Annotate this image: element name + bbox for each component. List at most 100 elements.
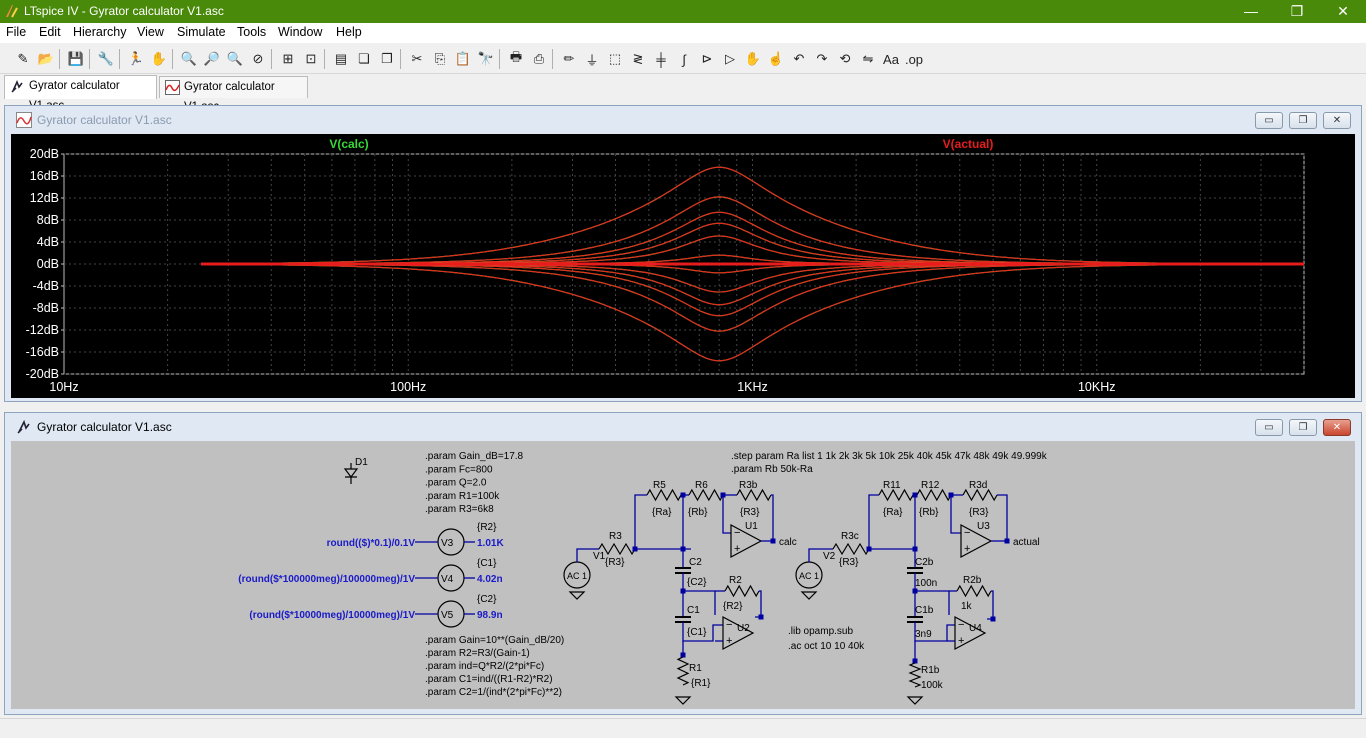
label-r3: R3 [609,531,622,542]
resistor-symbol[interactable] [832,542,870,556]
param-directive[interactable]: .param R1=100k [425,491,500,502]
control-panel-icon[interactable]: 🔧 [95,48,117,70]
schematic-close-button[interactable]: ✕ [1323,419,1351,436]
trace-actual-7[interactable] [201,263,1304,293]
legend-vactual[interactable]: V(actual) [943,137,994,151]
open-icon[interactable]: 📂 [35,48,57,70]
inductor-icon[interactable]: ∫ [673,48,695,70]
param-directive[interactable]: .param C1=ind/((R1-R2)*R2) [425,674,553,685]
menu-tools[interactable]: Tools [237,25,266,39]
label-net-icon[interactable]: ⬚ [604,48,626,70]
resistor-symbol[interactable] [736,488,772,502]
redo-icon[interactable]: ↷ [811,48,833,70]
meter-expression[interactable]: (round($*100000meg)/100000meg)/1V [238,574,415,585]
mark-unref-icon[interactable]: ⊡ [300,48,322,70]
copy-icon[interactable]: ⎘ [429,48,451,70]
wire[interactable] [997,494,1008,542]
resistor-symbol[interactable] [646,488,682,502]
resistor-icon[interactable]: ≷ [627,48,649,70]
waveform-plot[interactable]: 20dB 16dB 12dB 8dB 4dB 0dB -4dB -8dB -12dB -16dB -… [11,134,1355,398]
resistor-symbol[interactable] [878,488,914,502]
resistor-symbol[interactable] [724,584,760,598]
param-directive[interactable]: .param Q=2.0 [425,478,487,489]
menu-edit[interactable]: Edit [39,25,61,39]
draw-wire-icon[interactable]: ✏ [558,48,580,70]
spice-directive[interactable]: .ac oct 10 10 40k [788,641,865,652]
param-directive[interactable]: .param R2=R3/(Gain-1) [425,648,530,659]
zoom-in-icon[interactable]: 🔍 [178,48,200,70]
trace-calc-7[interactable] [201,263,1304,293]
tile-vertical-icon[interactable]: ❐ [376,48,398,70]
resistor-symbol[interactable] [688,488,724,502]
print-preview-icon[interactable]: 🖶 [505,48,527,70]
tab-schematic[interactable]: Gyrator calculator V1.asc [4,75,157,112]
menu-hierarchy[interactable]: Hierarchy [73,25,127,39]
print-icon[interactable]: ⎙ [528,48,550,70]
schematic-canvas[interactable]: D1 .param Gain_dB=17.8 .param Fc=800 .param… [11,441,1355,709]
resistor-symbol[interactable] [908,662,922,688]
schematic-drawing[interactable]: D1 .param Gain_dB=17.8 .param Fc=800 .param… [11,441,1355,709]
resistor-symbol[interactable] [956,584,992,598]
run-icon[interactable]: 🏃 [125,48,147,70]
wire[interactable] [634,494,647,549]
waveform-restore-button[interactable]: ❐ [1289,112,1317,129]
step-directive[interactable]: .param Rb 50k-Ra [731,464,813,475]
save-icon[interactable]: 💾 [65,48,87,70]
meter-expression[interactable]: round(($)*0.1)/0.1V [327,538,416,549]
component-icon[interactable]: ▷ [719,48,741,70]
halt-icon[interactable]: ✋ [148,48,170,70]
menu-help[interactable]: Help [336,25,362,39]
param-directive[interactable]: .param ind=Q*R2/(2*pi*Fc) [425,661,544,672]
param-directive[interactable]: .param C2=1/(ind*(2*pi*Fc)**2) [425,687,562,698]
wire[interactable] [950,495,961,534]
param-directive[interactable]: .param Fc=800 [425,464,493,475]
menu-window[interactable]: Window [278,25,322,39]
waveform-close-button[interactable]: ✕ [1323,112,1351,129]
cut-icon[interactable]: ✂ [406,48,428,70]
zoom-fit-icon[interactable]: ⊘ [247,48,269,70]
cascade-icon[interactable]: ❏ [353,48,375,70]
paste-icon[interactable]: 📋 [452,48,474,70]
maximize-button[interactable]: ❐ [1274,0,1320,23]
close-button[interactable]: ✕ [1320,0,1366,23]
menu-file[interactable]: File [6,25,26,39]
move-icon[interactable]: ✋ [742,48,764,70]
spice-directive[interactable]: .lib opamp.sub [788,626,853,637]
undo-icon[interactable]: ↶ [788,48,810,70]
waveform-minimize-button[interactable]: ▭ [1255,112,1283,129]
param-directive[interactable]: .param Gain=10**(Gain_dB/20) [425,635,564,646]
tab-waveform[interactable]: Gyrator calculator V1.asc [159,76,308,113]
resistor-symbol[interactable] [962,488,998,502]
wire[interactable] [868,494,879,549]
meter-expression[interactable]: (round($*10000meg)/10000meg)/1V [249,610,415,621]
menu-view[interactable]: View [137,25,164,39]
find-icon[interactable]: 🔭 [475,48,497,70]
diode-icon[interactable]: ⊳ [696,48,718,70]
zoom-out-icon[interactable]: 🔍 [224,48,246,70]
resistor-symbol[interactable] [916,488,952,502]
new-schematic-icon[interactable]: ✎ [12,48,34,70]
text-icon[interactable]: Aa [880,48,902,70]
menu-simulate[interactable]: Simulate [177,25,226,39]
ground-icon[interactable]: ⏚ [581,48,603,70]
drag-icon[interactable]: ☝ [765,48,787,70]
resistor-symbol[interactable] [676,656,690,686]
pan-icon[interactable]: 🔎 [201,48,223,70]
autorange-icon[interactable]: ⊞ [277,48,299,70]
trace-calc-11[interactable] [201,263,1304,362]
minimize-button[interactable]: — [1228,0,1274,23]
wire[interactable] [771,494,774,542]
tile-horizontal-icon[interactable]: ▤ [330,48,352,70]
waveform-chart[interactable]: 20dB 16dB 12dB 8dB 4dB 0dB -4dB -8dB -12dB -16dB -… [11,134,1355,398]
wire[interactable] [722,495,731,534]
step-directive[interactable]: .step param Ra list 1 1k 2k 3k 5k 10k 25… [731,451,1048,462]
schematic-minimize-button[interactable]: ▭ [1255,419,1283,436]
legend-vcalc[interactable]: V(calc) [329,137,368,151]
param-directive[interactable]: .param Gain_dB=17.8 [425,451,524,462]
mirror-icon[interactable]: ⇋ [857,48,879,70]
spice-directive-icon[interactable]: .op [903,48,925,70]
schematic-restore-button[interactable]: ❐ [1289,419,1317,436]
rotate-icon[interactable]: ⟲ [834,48,856,70]
param-directive[interactable]: .param R3=6k8 [425,504,494,515]
capacitor-icon[interactable]: ╪ [650,48,672,70]
